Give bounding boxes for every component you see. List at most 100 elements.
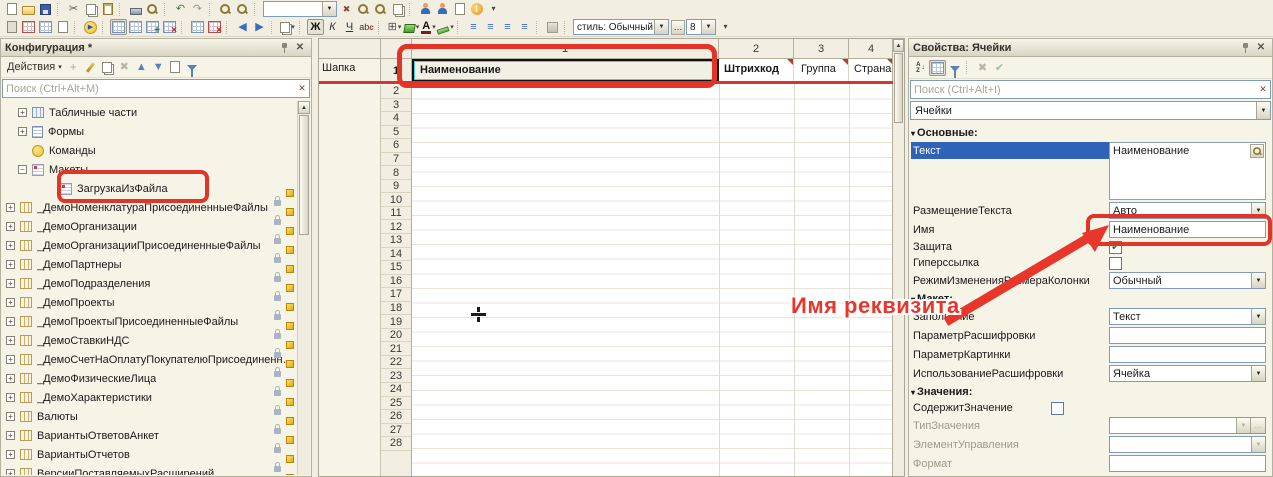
toolbar-overflow-icon[interactable]: ▾ — [485, 1, 502, 17]
clear-search-icon[interactable]: ✕ — [295, 83, 309, 94]
chevron-down-icon[interactable]: ▼ — [1256, 102, 1270, 119]
property-СодержитЗначение-checkbox[interactable] — [1051, 402, 1064, 415]
expand-icon[interactable]: + — [6, 260, 15, 269]
row-header[interactable]: 12 — [381, 220, 411, 234]
row-header-corner[interactable] — [381, 39, 412, 59]
document-properties-icon[interactable] — [451, 1, 468, 17]
find-next-icon[interactable] — [234, 1, 251, 17]
tree-item[interactable]: +_ДемоПартнеры — [2, 255, 297, 274]
clone-icon[interactable] — [99, 59, 116, 75]
property-Защита-checkbox[interactable]: ✔ — [1109, 241, 1122, 254]
tree-item[interactable]: +Табличные части — [2, 103, 297, 122]
section-header[interactable]: ▾Макет: — [911, 292, 1270, 306]
show-names-icon[interactable] — [189, 19, 206, 35]
move-down-icon[interactable]: ▼ — [150, 59, 167, 75]
info-icon[interactable]: i — [468, 1, 485, 17]
expand-icon[interactable]: + — [6, 469, 15, 475]
property-label[interactable]: ТипЗначения — [911, 420, 1109, 432]
column-header-4[interactable]: 4 — [849, 39, 894, 59]
zoom-in-icon[interactable] — [355, 1, 372, 17]
property-Имя-input[interactable]: Наименование — [1109, 221, 1266, 238]
tree-item[interactable]: +ВариантыОтветовАнкет — [2, 426, 297, 445]
property-Текст-value[interactable]: Наименование — [1109, 142, 1266, 200]
expand-icon[interactable]: + — [6, 412, 15, 421]
property-label[interactable]: Гиперссылка — [911, 257, 1109, 269]
column-header-1[interactable]: 1 — [412, 39, 719, 59]
cut-icon[interactable]: ✂ — [65, 1, 82, 17]
column-separator[interactable] — [719, 82, 720, 476]
copy-icon[interactable] — [82, 1, 99, 17]
tree-item[interactable]: +Формы — [2, 122, 297, 141]
collapse-icon[interactable]: − — [18, 165, 27, 174]
new-document-icon[interactable] — [3, 1, 20, 17]
object-selector[interactable]: Ячейки ▼ — [910, 101, 1271, 120]
fill-color-icon[interactable]: ▾ — [403, 19, 420, 35]
chevron-down-icon[interactable]: ▼ — [1251, 203, 1265, 218]
quick-search-select[interactable]: ▼ — [263, 1, 337, 17]
save-icon[interactable] — [37, 1, 54, 17]
row-header[interactable]: 15 — [381, 261, 411, 275]
property-label[interactable]: ИспользованиеРасшифровки — [911, 368, 1109, 380]
scroll-up-icon[interactable]: ▲ — [298, 101, 310, 114]
expand-icon[interactable]: + — [6, 393, 15, 402]
font-size-select[interactable]: 8▼ — [686, 19, 716, 35]
clear-search-icon[interactable]: ✕ — [1256, 84, 1270, 95]
clear-search-icon[interactable]: ✖ — [338, 1, 355, 17]
pin-icon[interactable] — [1238, 41, 1252, 55]
sheet-scrollbar[interactable]: ▲ — [892, 39, 904, 476]
expand-icon[interactable]: + — [6, 279, 15, 288]
row-header[interactable]: 23 — [381, 369, 411, 383]
tree-item[interactable]: +_ДемоХарактеристики — [2, 388, 297, 407]
row-header[interactable]: 13 — [381, 234, 411, 248]
names-column-body[interactable] — [319, 85, 381, 476]
tree-item[interactable]: +_ДемоСтавкиНДС — [2, 331, 297, 350]
tree-item[interactable]: +_ДемоНоменклатураПрисоединенныеФайлы — [2, 198, 297, 217]
scrollbar-thumb[interactable] — [299, 115, 309, 235]
chevron-down-icon[interactable]: ▾ — [416, 23, 420, 31]
sheet-grid[interactable] — [412, 85, 894, 476]
expand-icon[interactable]: + — [6, 374, 15, 383]
row-header[interactable]: 2 — [381, 85, 411, 99]
show-grid-icon[interactable] — [127, 19, 144, 35]
row-header[interactable]: 3 — [381, 99, 411, 113]
scrollbar-thumb[interactable] — [894, 53, 903, 123]
ellipsis-button[interactable]: … — [1250, 418, 1265, 433]
insert-table-icon[interactable] — [144, 19, 161, 35]
tree-item[interactable]: ЗагрузкаИзФайла — [2, 179, 297, 198]
expand-icon[interactable]: + — [6, 203, 15, 212]
tree-item[interactable]: +Валюты — [2, 407, 297, 426]
zoom-out-icon[interactable] — [372, 1, 389, 17]
section-header[interactable]: ▾Значения: — [911, 385, 1270, 399]
chevron-down-icon[interactable]: ▼ — [1236, 418, 1250, 433]
find-icon[interactable] — [217, 1, 234, 17]
form-table-icon[interactable] — [54, 19, 71, 35]
apply-edit-icon[interactable]: ✔ — [991, 60, 1008, 76]
chevron-down-icon[interactable]: ▾ — [398, 23, 402, 31]
tree-item[interactable]: +_ДемоОрганизации — [2, 217, 297, 236]
tree-item[interactable]: +_ДемоСчетНаОплатуПокупателюПрисоединенн… — [2, 350, 297, 369]
property-label[interactable]: Формат — [911, 458, 1109, 470]
delete-name-icon[interactable] — [206, 19, 223, 35]
undo-icon[interactable]: ↶ — [172, 1, 189, 17]
chevron-down-icon[interactable]: ▼ — [701, 20, 715, 34]
merge-cells-icon[interactable] — [544, 19, 561, 35]
user-search-icon[interactable] — [434, 1, 451, 17]
actions-menu-button[interactable]: Действия ▾ — [4, 59, 65, 76]
row-header[interactable]: 24 — [381, 383, 411, 397]
row-header[interactable]: 6 — [381, 139, 411, 153]
tree-item[interactable]: −Макеты — [2, 160, 297, 179]
sort-alphabetical-icon[interactable]: AZ↓ — [912, 60, 929, 76]
row-header[interactable]: 27 — [381, 424, 411, 438]
pin-icon[interactable] — [277, 41, 291, 55]
property-label[interactable]: Защита — [911, 241, 1109, 253]
property-ТипЗначения-select[interactable]: ▼… — [1109, 417, 1266, 434]
expand-icon[interactable]: + — [6, 241, 15, 250]
property-РежимИзмененияРазмераКолонки-select[interactable]: Обычный▼ — [1109, 272, 1266, 289]
align-justify-icon[interactable]: ≡ — [516, 19, 533, 35]
tree-item[interactable]: +_ДемоПодразделения — [2, 274, 297, 293]
tree-scrollbar[interactable]: ▲ — [297, 101, 310, 475]
print-preview-icon[interactable] — [144, 1, 161, 17]
chevron-down-icon[interactable]: ▼ — [1251, 437, 1265, 452]
move-up-icon[interactable]: ▲ — [133, 59, 150, 75]
show-headers-icon[interactable] — [110, 19, 127, 35]
